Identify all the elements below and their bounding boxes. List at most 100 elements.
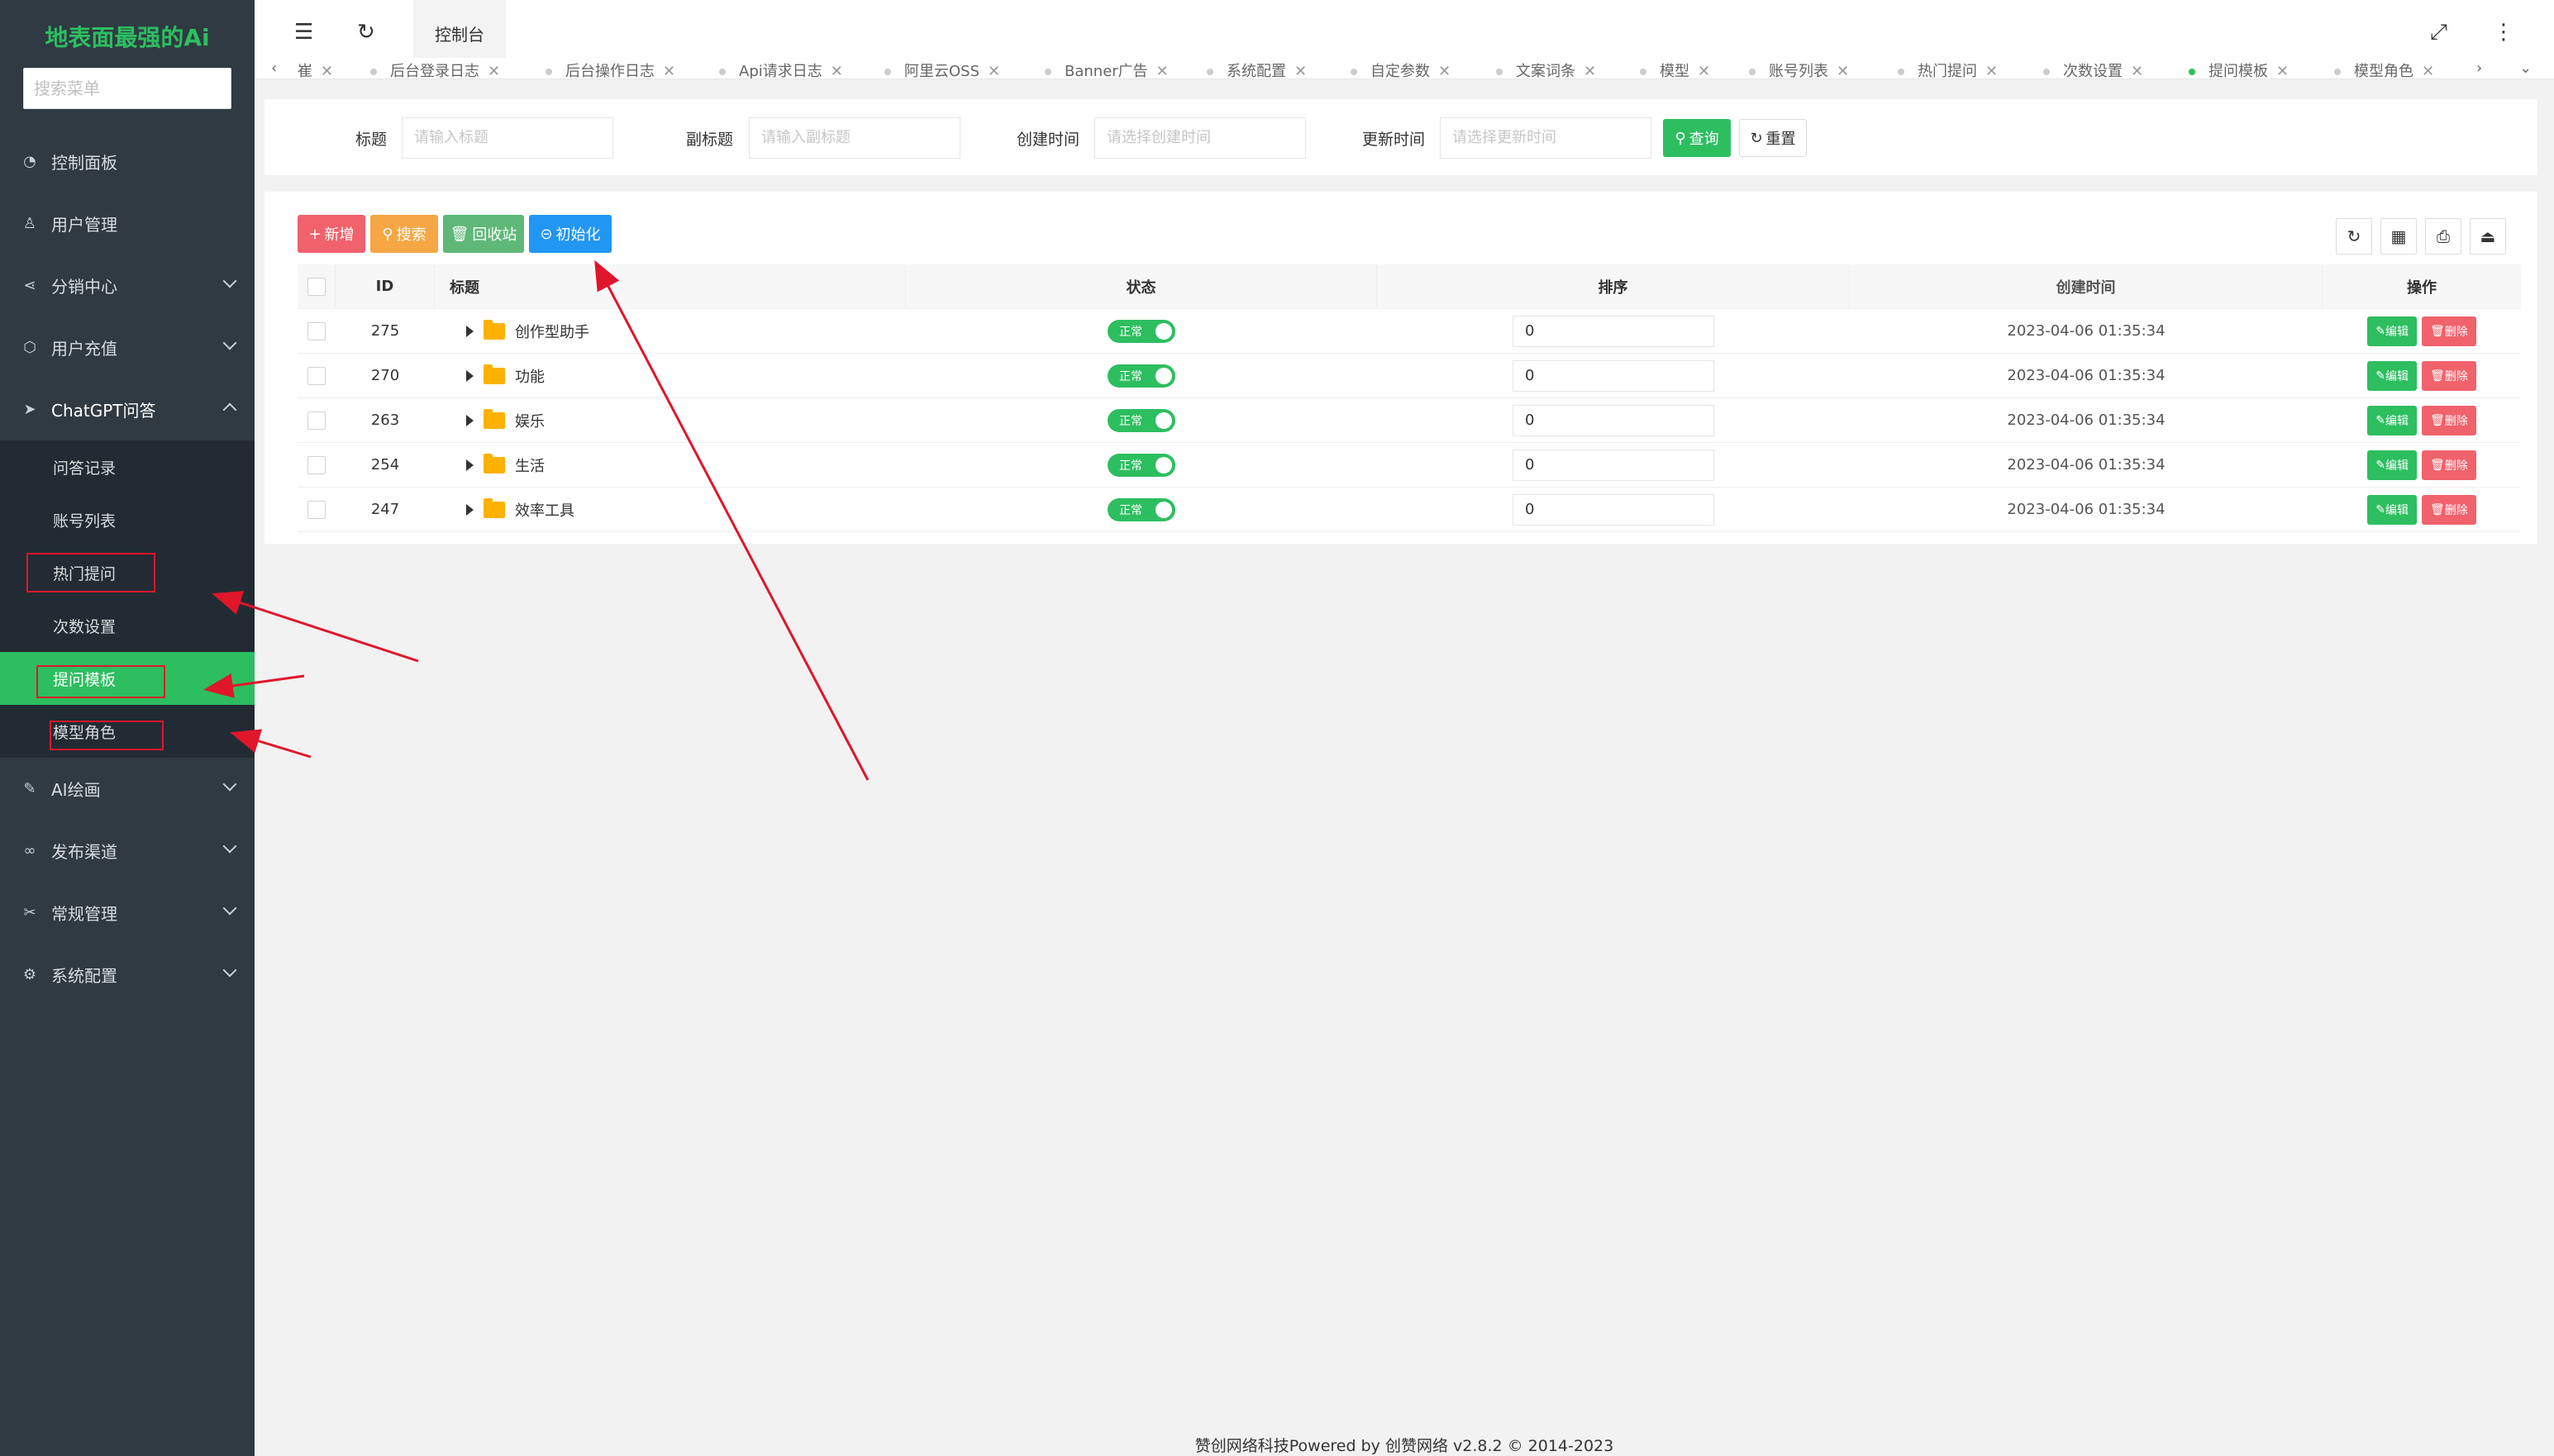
cell-sort: 0 [1377, 493, 1850, 526]
tab-item[interactable]: 账号列表 ✕ [1749, 59, 1849, 79]
edit-button[interactable]: ✎ 编辑 [2367, 450, 2417, 480]
header-status: 状态 [906, 264, 1377, 308]
query-button[interactable]: ⚲ 查询 [1663, 119, 1731, 157]
expand-caret-icon[interactable] [466, 369, 474, 382]
row-checkbox[interactable] [307, 500, 326, 519]
add-button[interactable]: + 新增 [298, 215, 365, 253]
delete-button[interactable]: 🗑 删除 [2421, 316, 2476, 346]
tab-item[interactable]: 崔 ✕ [298, 59, 333, 79]
sidebar-item-label: ChatGPT问答 [51, 401, 156, 421]
table-header: ID 标题 状态 排序 创建时间 操作 [298, 264, 2521, 309]
menu-toggle-icon[interactable]: ☰ [294, 20, 313, 45]
menu-search-input[interactable]: 搜索菜单 [23, 68, 231, 109]
table-refresh-button[interactable]: ↻ [2336, 218, 2372, 255]
edit-button[interactable]: ✎ 编辑 [2367, 360, 2417, 391]
tab-item[interactable]: 模型角色 ✕ [2334, 59, 2434, 79]
search-button[interactable]: ⚲ 搜索 [370, 215, 438, 253]
tab-item[interactable]: 热门提问 ✕ [1898, 59, 1998, 79]
tab-item[interactable]: 阿里云OSS ✕ [884, 59, 1000, 79]
created-filter-input[interactable]: 请选择创建时间 [1094, 117, 1306, 159]
tab-item[interactable]: 系统配置 ✕ [1207, 59, 1307, 79]
table-columns-button[interactable]: ▦ [2380, 218, 2417, 255]
status-toggle[interactable]: 正常 [1108, 319, 1175, 343]
top-bar: ☰ ↻ 控制台 ⤢ ⋮ [255, 0, 2554, 66]
edit-button[interactable]: ✎ 编辑 [2367, 316, 2417, 346]
more-icon[interactable]: ⋮ [2493, 20, 2514, 45]
status-toggle[interactable]: 正常 [1108, 453, 1175, 477]
status-toggle[interactable]: 正常 [1108, 497, 1175, 521]
sidebar-item-label: 系统配置 [51, 966, 117, 986]
tab-item[interactable]: 后台操作日志 ✕ [546, 59, 675, 79]
sidebar-item-chatgpt[interactable]: ➤ ChatGPT问答 [0, 378, 255, 440]
cell-op: ✎ 编辑 🗑 删除 [2323, 360, 2521, 391]
cell-sort: 0 [1377, 404, 1850, 436]
send-icon: ➤ [23, 401, 36, 418]
sidebar-item-label: 控制面板 [51, 153, 117, 173]
edit-button[interactable]: ✎ 编辑 [2367, 494, 2417, 525]
user-icon: ♙ [22, 215, 37, 232]
sidebar-item-ai-drawing[interactable]: ✎ AI绘画 [0, 758, 255, 820]
fullscreen-icon[interactable]: ⤢ [2430, 20, 2447, 45]
tab-item[interactable]: 自定参数 ✕ [1351, 59, 1451, 79]
delete-button[interactable]: 🗑 删除 [2421, 450, 2476, 480]
refresh-icon[interactable]: ↻ [357, 20, 375, 45]
cell-created: 2023-04-06 01:35:34 [2007, 367, 2166, 384]
sidebar-item-dashboard[interactable]: ◔ 控制面板 [0, 131, 255, 193]
edit-button[interactable]: ✎ 编辑 [2367, 405, 2417, 435]
tab-item[interactable]: 次数设置 ✕ [2043, 59, 2143, 79]
subtitle-filter-input[interactable]: 请输入副标题 [749, 117, 960, 159]
sidebar-item-channels[interactable]: ∞ 发布渠道 [0, 820, 255, 882]
tab-item-active[interactable]: 提问模板 ✕ [2189, 59, 2289, 79]
sidebar-item-system[interactable]: ⚙ 系统配置 [0, 944, 255, 1006]
reset-button[interactable]: ↻ 重置 [1739, 119, 1807, 157]
init-button[interactable]: ⊝ 初始化 [529, 215, 612, 253]
sidebar-subitem-accounts[interactable]: 账号列表 [0, 493, 255, 546]
sort-input[interactable]: 0 [1513, 404, 1714, 436]
updated-filter-input[interactable]: 请选择更新时间 [1440, 117, 1651, 159]
delete-button[interactable]: 🗑 删除 [2421, 360, 2476, 391]
delete-button[interactable]: 🗑 删除 [2421, 405, 2476, 435]
tab-strip-prev-icon[interactable]: ‹ [271, 59, 277, 77]
sort-input[interactable]: 0 [1513, 449, 1714, 481]
recycle-button[interactable]: 🗑 回收站 [443, 215, 524, 253]
status-toggle[interactable]: 正常 [1108, 408, 1175, 432]
header-title: 标题 [435, 264, 906, 308]
sort-input[interactable]: 0 [1513, 315, 1714, 347]
row-checkbox[interactable] [307, 455, 326, 474]
sidebar-subitem-count-settings[interactable]: 次数设置 [0, 599, 255, 652]
sidebar-item-users[interactable]: ♙ 用户管理 [0, 193, 255, 255]
sort-input[interactable]: 0 [1513, 359, 1714, 392]
tab-strip-dropdown-icon[interactable]: ⌄ [2519, 59, 2532, 77]
status-toggle[interactable]: 正常 [1108, 364, 1175, 388]
table-export-button[interactable]: ⏏ [2470, 218, 2506, 255]
tab-strip-next-icon[interactable]: › [2476, 59, 2482, 77]
table-print-button[interactable]: ⎙ [2425, 218, 2461, 255]
tab-item[interactable]: 文案词条 ✕ [1496, 59, 1596, 79]
tab-item[interactable]: Api请求日志 ✕ [719, 59, 843, 79]
row-checkbox[interactable] [307, 321, 326, 340]
expand-caret-icon[interactable] [466, 503, 474, 516]
sidebar-item-general[interactable]: ✂ 常规管理 [0, 882, 255, 944]
expand-caret-icon[interactable] [466, 414, 474, 426]
row-checkbox[interactable] [307, 366, 326, 385]
tab-item[interactable]: 模型 ✕ [1640, 59, 1710, 79]
row-title-text: 创作型助手 [515, 323, 589, 341]
title-filter-input[interactable]: 请输入标题 [402, 117, 613, 159]
chevron-down-icon [222, 839, 237, 854]
select-all-checkbox[interactable] [307, 277, 326, 296]
link-icon: ∞ [23, 842, 36, 859]
expand-caret-icon[interactable] [466, 459, 474, 471]
tab-item[interactable]: Banner广告 ✕ [1045, 59, 1169, 79]
delete-button[interactable]: 🗑 删除 [2421, 494, 2476, 525]
tab-console[interactable]: 控制台 [413, 0, 506, 66]
footer: 赞创网络科技Powered by 创赞网络 v2.8.2 © 2014-2023 [1194, 1437, 1614, 1455]
tab-item[interactable]: 后台登录日志 ✕ [370, 59, 500, 79]
init-icon: ⊝ [540, 225, 553, 243]
expand-caret-icon[interactable] [466, 325, 474, 337]
sidebar-item-distribution[interactable]: ⋖ 分销中心 [0, 255, 255, 316]
sidebar-subitem-qa-records[interactable]: 问答记录 [0, 440, 255, 493]
header-created: 创建时间 [1850, 264, 2323, 308]
sort-input[interactable]: 0 [1513, 493, 1714, 526]
row-checkbox[interactable] [307, 411, 326, 430]
sidebar-item-recharge[interactable]: ⬡ 用户充值 [0, 316, 255, 378]
